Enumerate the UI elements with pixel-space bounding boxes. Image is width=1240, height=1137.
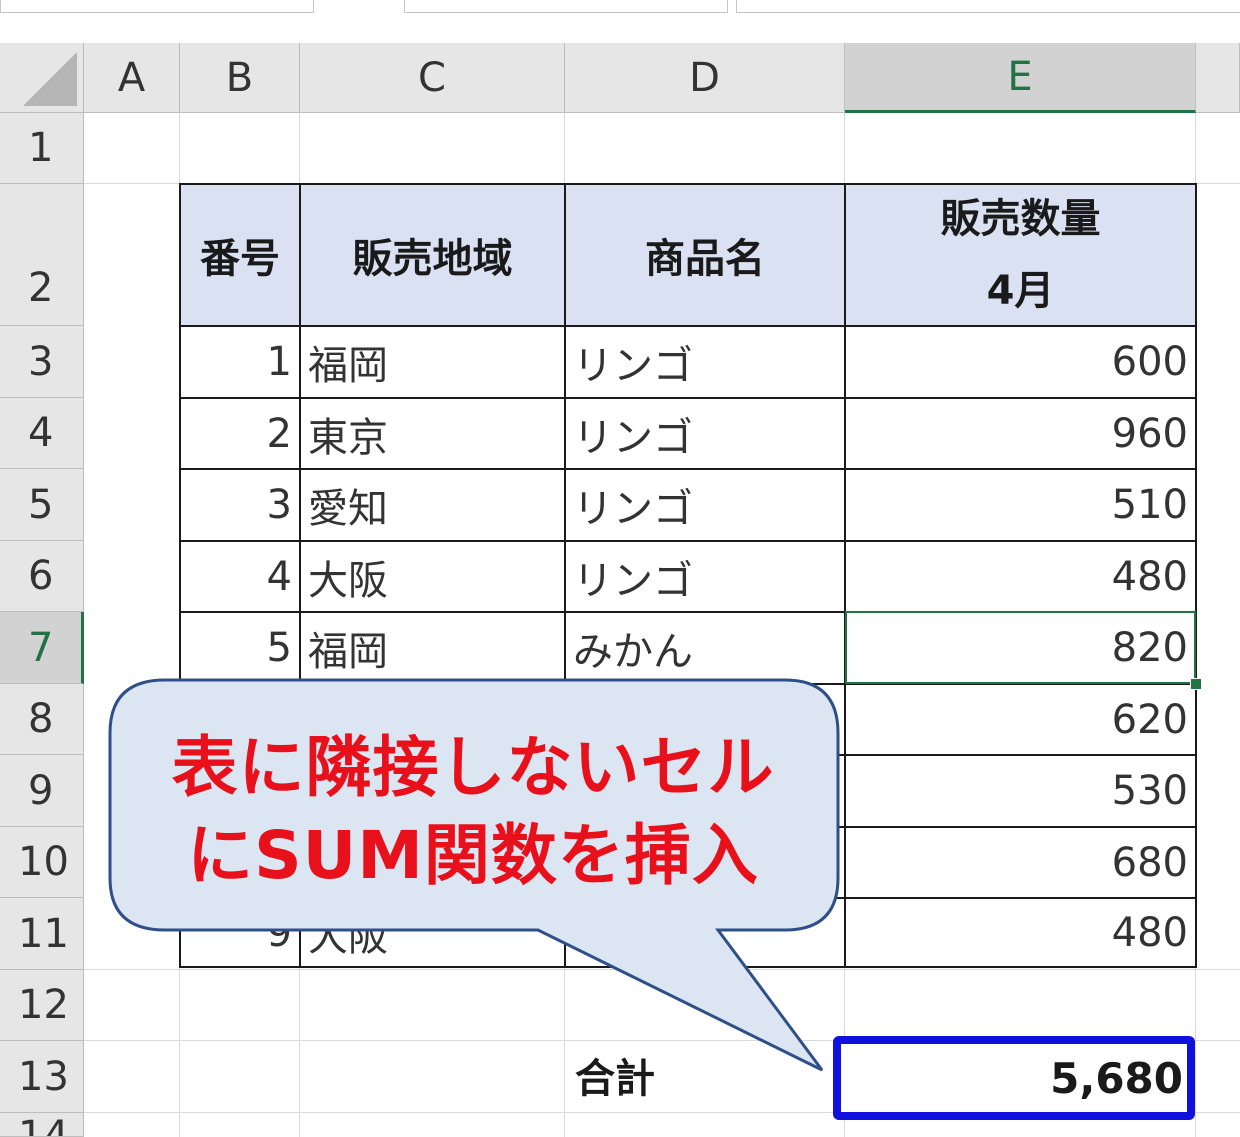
cell-region[interactable]: 福岡 [300, 326, 565, 398]
cell-product[interactable]: リンゴ [565, 398, 845, 469]
row-header-4[interactable]: 4 [0, 398, 84, 469]
header-quantity-line1: 販売数量 [940, 196, 1101, 242]
row-header-2[interactable]: 2 [0, 184, 84, 326]
header-product[interactable]: 商品名 [565, 184, 845, 326]
row-header-7[interactable]: 7 [0, 612, 84, 684]
cell-number[interactable]: 5 [180, 612, 300, 684]
cell-product[interactable]: リンゴ [565, 541, 845, 612]
column-header-a[interactable]: A [84, 43, 180, 113]
cell-quantity[interactable]: 480 [845, 541, 1196, 612]
row-header-13[interactable]: 13 [0, 1041, 84, 1113]
cell-number[interactable]: 4 [180, 541, 300, 612]
row-header-9[interactable]: 9 [0, 755, 84, 827]
row-header-11[interactable]: 11 [0, 898, 84, 970]
row-header-14[interactable]: 14 [0, 1113, 84, 1137]
column-header-f[interactable] [1196, 43, 1240, 113]
cell-quantity[interactable]: 960 [845, 398, 1196, 469]
header-region[interactable]: 販売地域 [300, 184, 565, 326]
header-quantity-line2: 4月 [986, 268, 1055, 314]
cell-number[interactable]: 2 [180, 398, 300, 469]
cell-quantity[interactable]: 530 [845, 755, 1196, 827]
cell-region[interactable]: 東京 [300, 398, 565, 469]
header-quantity[interactable]: 販売数量 4月 [845, 184, 1196, 326]
cell-number[interactable]: 1 [180, 326, 300, 398]
header-number[interactable]: 番号 [180, 184, 300, 326]
cell-number[interactable]: 3 [180, 469, 300, 541]
cell-region[interactable]: 大阪 [300, 541, 565, 612]
total-label[interactable]: 合計 [565, 1040, 845, 1110]
row-header-1[interactable]: 1 [0, 113, 84, 184]
cell-quantity[interactable]: 480 [845, 898, 1196, 968]
row-header-3[interactable]: 3 [0, 326, 84, 398]
column-header-e[interactable]: E [845, 43, 1196, 113]
row-header-10[interactable]: 10 [0, 827, 84, 898]
cell-quantity[interactable]: 510 [845, 469, 1196, 541]
fill-handle[interactable] [1190, 678, 1202, 690]
cell-product[interactable]: リンゴ [565, 469, 845, 541]
cell-region[interactable]: 福岡 [300, 612, 565, 684]
callout-line-1: 表に隣接しないセル [171, 729, 775, 806]
cell-quantity[interactable]: 600 [845, 326, 1196, 398]
formula-input[interactable] [736, 0, 1240, 13]
formula-buttons[interactable] [404, 0, 728, 13]
total-value-cell[interactable]: 5,680 [833, 1036, 1195, 1120]
row-header-12[interactable]: 12 [0, 970, 84, 1041]
row-header-6[interactable]: 6 [0, 541, 84, 612]
select-all-corner[interactable] [0, 43, 84, 113]
column-header-d[interactable]: D [565, 43, 845, 113]
cell-quantity[interactable]: 620 [845, 684, 1196, 755]
name-box[interactable] [0, 0, 314, 13]
callout-text: 表に隣接しないセル にSUM関数を挿入 [112, 712, 834, 912]
row-header-8[interactable]: 8 [0, 684, 84, 755]
formula-bar-area [0, 0, 1240, 43]
row-header-5[interactable]: 5 [0, 469, 84, 541]
column-header-c[interactable]: C [300, 43, 565, 113]
column-header-b[interactable]: B [180, 43, 300, 113]
cell-region[interactable]: 愛知 [300, 469, 565, 541]
active-cell-e7[interactable] [845, 611, 1196, 684]
callout-line-2: にSUM関数を挿入 [187, 817, 759, 894]
cell-quantity[interactable]: 680 [845, 827, 1196, 898]
cell-product[interactable]: みかん [565, 612, 845, 684]
cell-product[interactable]: リンゴ [565, 326, 845, 398]
